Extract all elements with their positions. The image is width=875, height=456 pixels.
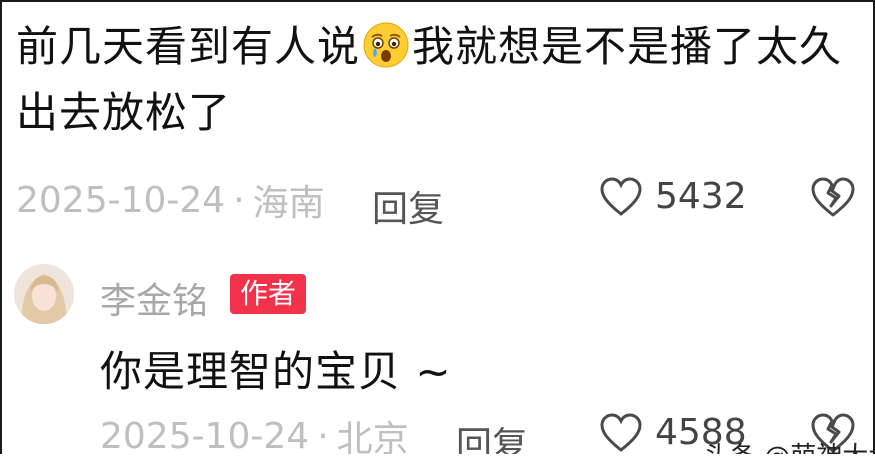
comment-1-text: 前几天看到有人说 我就想是不是播了太久出去放松了 <box>16 14 866 146</box>
comment-2-date: 2025-10-24 <box>100 415 310 455</box>
avatar[interactable] <box>14 264 74 324</box>
comment-2-reply-button[interactable]: 回复 <box>456 416 528 454</box>
avatar-image <box>14 264 74 324</box>
heart-icon <box>600 176 642 216</box>
comment-1-reply-button[interactable]: 回复 <box>372 180 444 232</box>
comment-2-location: 北京 <box>336 419 409 454</box>
comment-2-text: 你是理智的宝贝 ~ <box>100 347 452 396</box>
comment-1-separator: · <box>233 179 245 221</box>
comment-1-text-part-1: 前几天看到有人说 <box>16 22 361 71</box>
comment-1-dislike-broken-heart-icon[interactable] <box>810 176 856 218</box>
comment-1-meta: 2025-10-24 · 海南 <box>16 176 325 225</box>
comment-2-separator: · <box>317 415 329 455</box>
comment-1-like-button[interactable]: 5432 <box>599 176 747 217</box>
comment-1-like-count: 5432 <box>655 176 747 217</box>
author-badge: 作者 <box>230 274 307 314</box>
comment-1-location: 海南 <box>252 183 325 224</box>
comment-1-date: 2025-10-24 <box>16 179 226 221</box>
comment-panel: 前几天看到有人说 我就想是不是播了太久出去放松了 2025-10-24 · 海南… <box>0 0 875 454</box>
comment-2-meta: 2025-10-24 · 北京 <box>100 412 409 455</box>
heart-icon <box>600 412 642 452</box>
crying-face-emoji-icon <box>363 22 409 68</box>
watermark: 头条 @萌神大大 <box>704 436 873 454</box>
username[interactable]: 李金铭 <box>100 272 208 324</box>
